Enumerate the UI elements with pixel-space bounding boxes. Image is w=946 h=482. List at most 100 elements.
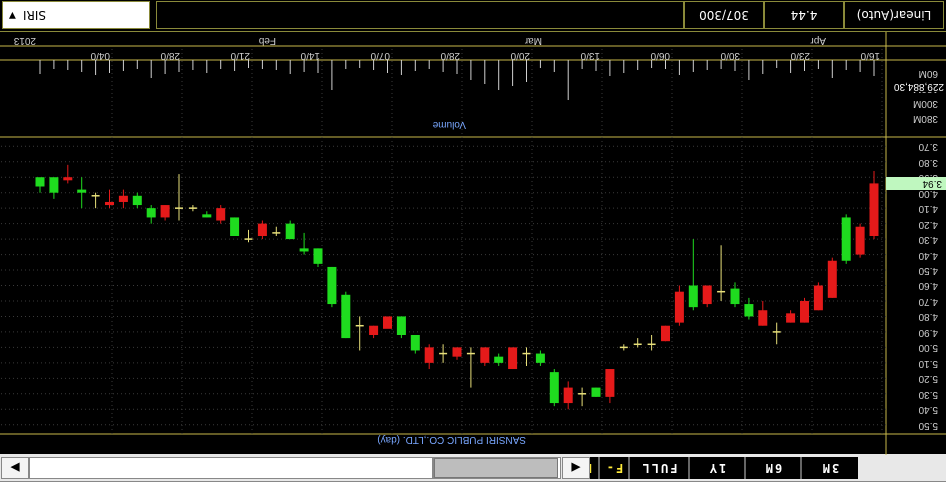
candle	[160, 205, 170, 221]
scrollbar-left-track[interactable]	[29, 457, 433, 479]
candle	[535, 350, 545, 366]
date-tick-label: 16/0	[860, 50, 880, 61]
candle-body	[841, 217, 851, 261]
candle-body	[702, 285, 712, 305]
candle	[563, 381, 573, 410]
candle	[188, 205, 197, 212]
price-tick-label: 4.70	[918, 295, 938, 307]
candle	[605, 369, 615, 404]
month-label: Feb	[258, 35, 276, 46]
candle-body	[77, 189, 87, 193]
price-tick-label: 5.10	[918, 357, 938, 369]
candle	[549, 369, 559, 407]
price-tick-label: 4.80	[918, 311, 938, 323]
candle-body	[285, 223, 295, 240]
candle	[466, 347, 475, 388]
candle	[827, 257, 837, 298]
date-tick-label: 28/0	[160, 50, 180, 61]
candle-body	[758, 310, 768, 326]
candle-body	[813, 285, 823, 311]
price-tick-label: 3.70	[918, 141, 938, 153]
volume-readout: 229,884,30	[891, 81, 946, 92]
candle-body	[535, 353, 545, 363]
candle	[786, 310, 796, 323]
grid-layer	[0, 46, 886, 434]
date-tick-label: 04/0	[90, 50, 110, 61]
date-tick-label: 30/0	[720, 50, 740, 61]
candle-body	[63, 177, 73, 181]
candle	[327, 266, 337, 308]
scroll-left-button[interactable]: ▶	[1, 457, 29, 479]
price-tick-label: 4.30	[918, 234, 938, 246]
range-3m-button[interactable]: 3M	[800, 457, 858, 479]
candle	[396, 316, 406, 339]
full-range-button[interactable]: FULL	[628, 457, 688, 479]
date-tick-label: 21/0	[230, 50, 250, 61]
candle-body	[257, 223, 267, 236]
candle	[63, 164, 73, 184]
candle	[813, 282, 823, 311]
candle	[647, 335, 656, 351]
candle	[452, 347, 462, 360]
candle	[230, 217, 240, 236]
volume-panel-title: Volume	[432, 119, 466, 130]
candle	[494, 353, 504, 366]
candle-body	[730, 288, 740, 305]
zoom-out-button[interactable]: F-	[598, 457, 628, 479]
date-tick-label: 23/0	[790, 50, 810, 61]
candle-body	[452, 347, 462, 357]
candle-body	[327, 266, 337, 305]
candle-body	[424, 347, 434, 363]
range-6m-button[interactable]: 6M	[744, 457, 800, 479]
candle-body	[855, 226, 865, 255]
price-chart[interactable]	[0, 32, 946, 455]
candle-body	[49, 177, 59, 193]
range-1y-button[interactable]: 1Y	[688, 457, 744, 479]
candle	[146, 205, 156, 224]
candle-body	[35, 177, 45, 187]
candle-body	[661, 325, 670, 342]
candle	[91, 192, 100, 209]
scale-mode-button[interactable]: Linear(Auto)	[844, 1, 944, 29]
candle	[841, 214, 851, 264]
candle	[758, 300, 768, 326]
candle-body	[786, 313, 796, 323]
chart-title: SANSIRI PUBLIC CO.,LTD. (day)	[377, 434, 526, 445]
candle-body	[800, 300, 809, 323]
date-tick-label: 06/0	[650, 50, 670, 61]
candle	[772, 322, 781, 345]
candle-body	[591, 387, 601, 397]
price-tick-label: 4.90	[918, 326, 938, 338]
candle-body	[869, 183, 879, 236]
candle	[105, 189, 114, 209]
dropdown-arrow-icon: ▼	[9, 10, 16, 20]
month-label: Apr	[810, 35, 826, 46]
candle	[369, 325, 379, 339]
price-tick-label: 5.20	[918, 373, 938, 385]
scroll-right-button[interactable]: ◀	[562, 457, 590, 479]
date-axis: 16/0 23/0 30/0 06/0 13/0 20/0 28/0 07/0 14/0 21/0…	[0, 46, 946, 61]
candle	[661, 325, 670, 342]
candle	[244, 229, 253, 243]
scrollbar-thumb[interactable]	[434, 458, 558, 478]
candle-body	[605, 369, 615, 397]
candle	[800, 297, 809, 323]
candle	[508, 347, 518, 370]
candle	[355, 316, 364, 351]
month-label: Mar	[524, 35, 542, 46]
candle	[410, 335, 420, 354]
candle	[578, 387, 587, 407]
price-tick-label: 4.20	[918, 218, 938, 230]
volume-bars	[39, 60, 875, 100]
candle	[132, 192, 142, 209]
candle	[591, 387, 601, 397]
symbol-input[interactable]: ▼ SIRI	[2, 1, 150, 29]
candle-body	[744, 304, 754, 317]
candle-body	[146, 208, 156, 218]
last-price: 4.44	[764, 1, 844, 29]
candle-body	[494, 356, 504, 363]
date-tick-label: 28/0	[440, 50, 460, 61]
candle-body	[299, 248, 309, 252]
price-tick-label: 4.50	[918, 265, 938, 277]
candle	[35, 177, 45, 193]
